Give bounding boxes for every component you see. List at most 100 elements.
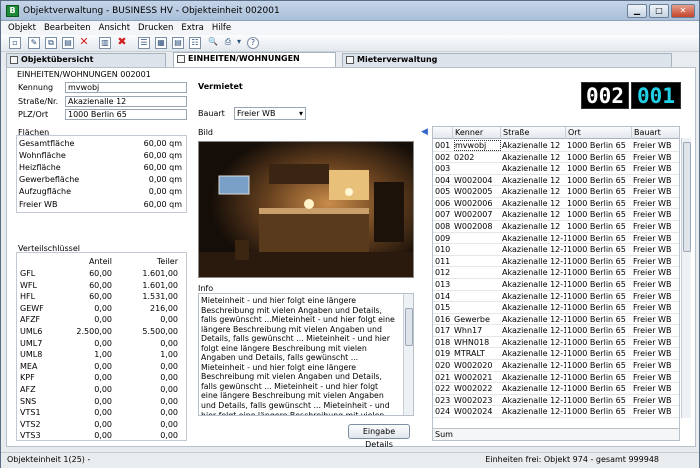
grid-scrollbar[interactable]	[681, 138, 691, 418]
close-button[interactable]: ✕	[671, 4, 695, 18]
grid-header-ort[interactable]: Ort	[566, 127, 632, 139]
table-cell: Freier WB	[633, 407, 672, 417]
minimize-button[interactable]: ▁	[627, 4, 647, 18]
eingabe-details-button[interactable]: Eingabe Details	[348, 424, 410, 449]
table-row[interactable]: 003 Akazienalle 12 1000 Berlin 65 Freier WB	[433, 163, 679, 175]
table-row[interactable]: 020W002020 Akazienalle 12-141000 Berlin 6…	[433, 360, 679, 372]
maximize-button[interactable]: □	[649, 4, 669, 18]
table-cell: Akazienalle 12-14	[502, 349, 566, 359]
menu-ansicht[interactable]: Ansicht	[95, 21, 134, 35]
verteil-name: UML8	[20, 350, 43, 360]
save-icon[interactable]: ▤	[62, 37, 74, 49]
table-view-icon[interactable]: ▦	[155, 37, 167, 49]
verteil-name: VTS3	[20, 431, 41, 441]
grid-view-icon[interactable]: ▤	[172, 37, 184, 49]
kennung-field[interactable]: mvwobj	[65, 82, 187, 93]
strasse-field[interactable]: Akazienalle 12	[65, 96, 187, 107]
table-row[interactable]: 022W002022 Akazienalle 12-141000 Berlin 6…	[433, 383, 679, 395]
table-row[interactable]: 017Whn17 Akazienalle 12-141000 Berlin 65 F…	[433, 325, 679, 337]
table-row[interactable]: 023W002023 Akazienalle 12-141000 Berlin 6…	[433, 395, 679, 407]
table-row[interactable]: 006 W002006 Akazienalle 12 1000 Berlin 65 Fr…	[433, 198, 679, 210]
save-close-icon[interactable]: ▥	[99, 37, 111, 49]
verteil-anteil: 0,00	[94, 419, 112, 429]
info-scroll-thumb[interactable]	[405, 308, 413, 346]
tab-mieterverwaltung[interactable]: Mieterverwaltung	[342, 53, 672, 67]
grid-header-bauart[interactable]: Bauart	[632, 127, 679, 139]
menu-bearbeiten[interactable]: Bearbeiten	[40, 21, 95, 35]
bauart-label: Bauart	[198, 109, 225, 118]
help-icon[interactable]: ?	[247, 37, 259, 49]
table-row[interactable]: 021W002021 Akazienalle 12-141000 Berlin 6…	[433, 372, 679, 384]
plz-ort-field[interactable]: 1000 Berlin 65	[65, 109, 187, 120]
grid-scroll-thumb[interactable]	[683, 142, 691, 252]
table-cell: Freier WB	[633, 279, 672, 289]
table-row[interactable]: 005 W002005 Akazienalle 12 1000 Berlin 65 Fr…	[433, 186, 679, 198]
info-textarea[interactable]: Mieteinheit - und hier folgt eine länger…	[198, 293, 414, 416]
verteil-teiler: 0,00	[160, 373, 178, 383]
table-row[interactable]: 001 mvwobj Akazienalle 12 1000 Berlin 65 Fre…	[433, 140, 679, 152]
print-icon[interactable]: ⎙	[222, 37, 234, 49]
table-row[interactable]: 015 Akazienalle 12-141000 Berlin 65 Freier…	[433, 302, 679, 314]
bauart-select[interactable]: Freier WB ▾	[234, 107, 306, 120]
verteil-name: UML6	[20, 327, 43, 336]
table-row[interactable]: 019MTRALT Akazienalle 12-141000 Berlin 65…	[433, 348, 679, 361]
status-left: Objekteinheit 1(25) -	[7, 455, 91, 464]
grid-header-kenner[interactable]: Kenner	[453, 127, 501, 139]
table-cell: 003	[435, 164, 451, 174]
list-view-icon[interactable]: ☰	[138, 37, 150, 49]
table-cell: 011	[435, 256, 451, 266]
table-row[interactable]: 009 Akazienalle 12-141000 Berlin 65 Freier…	[433, 233, 679, 245]
table-row[interactable]: 004 W002004 Akazienalle 12 1000 Berlin 65 Fr…	[433, 175, 679, 187]
flaeche-value: 60,00 qm	[143, 199, 182, 209]
copy-icon[interactable]: ⧉	[45, 37, 57, 49]
menu-objekt[interactable]: Objekt	[1, 21, 40, 35]
table-row[interactable]: 007 W002007 Akazienalle 12 1000 Berlin 65 Fr…	[433, 209, 679, 222]
info-scrollbar[interactable]	[403, 294, 413, 415]
table-row[interactable]: 016Gewerbe Akazienalle 12-141000 Berlin 6…	[433, 314, 679, 326]
table-cell: Akazienalle 12-14	[502, 384, 566, 394]
table-cell: Akazienalle 12	[502, 152, 561, 162]
tab-objektuebersicht[interactable]: Objektübersicht	[6, 53, 166, 67]
delete-all-icon[interactable]: ✖	[116, 36, 128, 49]
detail-view-icon[interactable]: ☷	[189, 37, 201, 49]
new-document-icon[interactable]: ▫	[9, 37, 21, 49]
verteil-teiler: 0,00	[160, 419, 178, 429]
table-cell: Freier WB	[633, 141, 672, 150]
table-cell: Akazienalle 12	[502, 210, 561, 220]
grid-header-strasse[interactable]: Straße	[501, 127, 566, 139]
dropdown-arrow-icon[interactable]: ▾	[235, 37, 243, 49]
table-row[interactable]: 012 Akazienalle 12-141000 Berlin 65 Freier…	[433, 267, 679, 279]
table-row[interactable]: 014 Akazienalle 12-141000 Berlin 65 Freier…	[433, 291, 679, 303]
flaeche-name: Gesamtfläche	[19, 139, 75, 148]
table-row[interactable]: 018WHN018 Akazienalle 12-141000 Berlin 65…	[433, 337, 679, 349]
table-cell: 1000 Berlin 65	[567, 314, 626, 324]
tab-einheiten-wohnungen[interactable]: EINHEITEN/WOHNUNGEN	[173, 52, 336, 67]
col-teiler: Teiler	[156, 257, 178, 266]
object-number-display: 002	[581, 82, 629, 109]
table-row[interactable]: 013 Akazienalle 12-141000 Berlin 65 Freier…	[433, 279, 679, 291]
table-row[interactable]: 024W002024 Akazienalle 12-141000 Berlin 6…	[433, 406, 679, 418]
menu-drucken[interactable]: Drucken	[134, 21, 177, 35]
table-row[interactable]: 008 W002008 Akazienalle 12 1000 Berlin 65 Fr…	[433, 221, 679, 233]
verteil-anteil: 2.500,00	[76, 327, 112, 336]
verteil-teiler: 0,00	[160, 338, 178, 348]
table-cell: 1000 Berlin 65	[567, 291, 626, 301]
table-cell: Akazienalle 12	[502, 198, 561, 208]
flaechen-row: Freier WB 60,00 qm	[17, 199, 186, 211]
find-icon[interactable]: 🔍	[207, 37, 219, 49]
collapse-arrow-icon[interactable]: ◀	[421, 127, 428, 137]
table-row[interactable]: 011 Akazienalle 12-141000 Berlin 65 Freier…	[433, 256, 679, 268]
flaechen-row: Gesamtfläche 60,00 qm	[17, 138, 186, 150]
menu-extra[interactable]: Extra	[177, 21, 207, 35]
table-cell: 001	[435, 141, 451, 150]
table-cell: W002005	[454, 187, 493, 197]
edit-icon[interactable]: ✎	[28, 37, 40, 49]
menu-hilfe[interactable]: Hilfe	[208, 21, 235, 35]
flaeche-value: 0,00 qm	[148, 187, 182, 197]
verteil-header: Anteil Teiler	[17, 256, 186, 268]
table-row[interactable]: 002 0202 Akazienalle 12 1000 Berlin 65 Freie…	[433, 152, 679, 164]
table-cell: 1000 Berlin 65	[567, 303, 626, 313]
delete-icon[interactable]: ✕	[78, 36, 90, 49]
table-row[interactable]: 010 Akazienalle 12-141000 Berlin 65 Freier…	[433, 244, 679, 256]
table-cell: 1000 Berlin 65	[567, 141, 626, 150]
